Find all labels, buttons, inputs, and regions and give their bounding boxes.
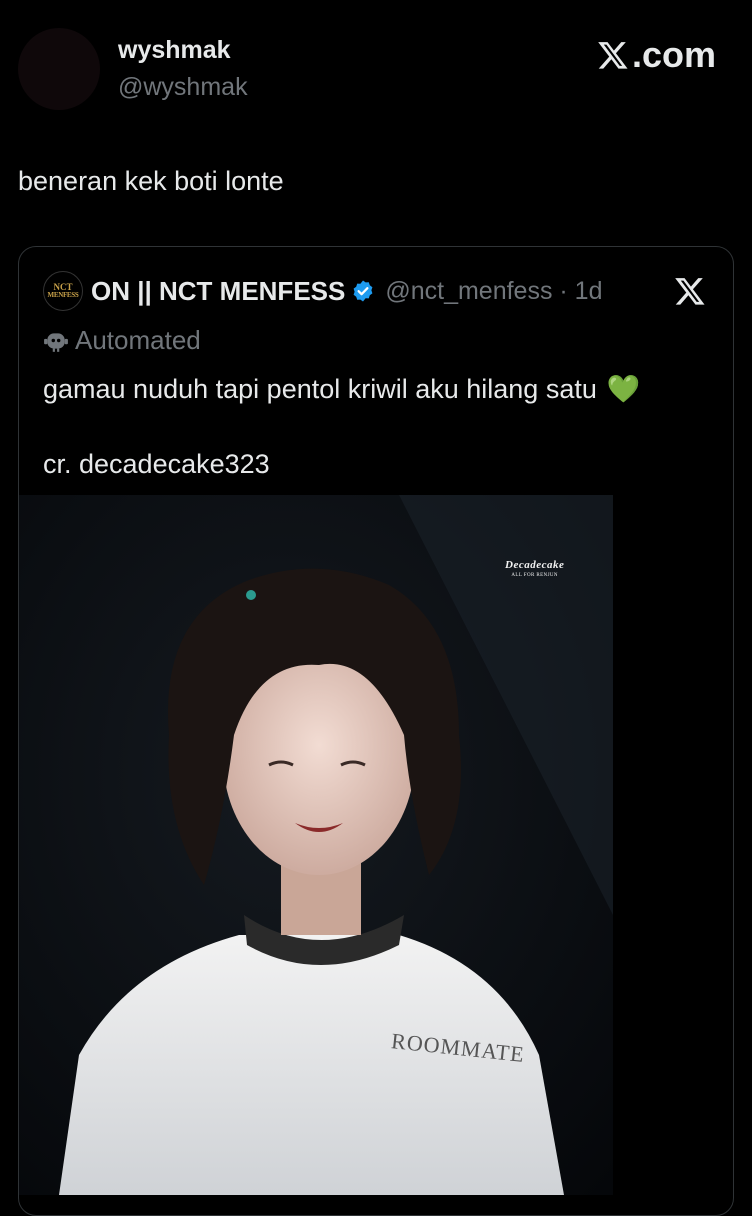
quoted-tweet-credit: cr. decadecake323 bbox=[43, 449, 270, 479]
quoted-handle-time[interactable]: @nct_menfess · 1d bbox=[385, 277, 602, 306]
x-logo-icon bbox=[598, 42, 628, 69]
verified-badge-icon bbox=[351, 279, 375, 303]
quoted-avatar-line2: MENFESS bbox=[47, 291, 79, 299]
avatar[interactable] bbox=[18, 28, 100, 110]
green-heart-icon: 💚 bbox=[606, 374, 641, 404]
automated-text: Automated bbox=[75, 325, 201, 355]
x-logo-icon bbox=[673, 275, 707, 312]
tweet-text: beneran kek boti lonte bbox=[18, 166, 284, 196]
brand-text: .com bbox=[631, 34, 716, 75]
tweet-photo[interactable]: Decadecake ALL FOR RENJUN ROOMMATE bbox=[19, 495, 613, 1195]
robot-icon bbox=[44, 332, 68, 352]
quoted-avatar[interactable]: NCT MENFESS bbox=[43, 271, 83, 311]
quoted-tweet-header: NCT MENFESS ON || NCT MENFESS @nct_menfe… bbox=[43, 271, 602, 311]
watermark-title: Decadecake bbox=[505, 559, 565, 571]
user-handle[interactable]: @wyshmak bbox=[118, 73, 248, 102]
watermark-subtitle: ALL FOR RENJUN bbox=[511, 573, 558, 578]
quoted-tweet[interactable]: NCT MENFESS ON || NCT MENFESS @nct_menfe… bbox=[18, 246, 734, 1216]
quoted-display-name[interactable]: ON || NCT MENFESS bbox=[91, 276, 345, 307]
photo-illustration bbox=[19, 495, 613, 1195]
quoted-tweet-text: gamau nuduh tapi pentol kriwil aku hilan… bbox=[43, 373, 640, 405]
automated-label: Automated bbox=[43, 325, 201, 356]
photo-watermark: Decadecake ALL FOR RENJUN bbox=[505, 559, 564, 578]
x-com-logo: .com bbox=[596, 34, 716, 76]
quoted-tweet-body: gamau nuduh tapi pentol kriwil aku hilan… bbox=[43, 373, 597, 404]
display-name[interactable]: wyshmak bbox=[118, 36, 231, 65]
